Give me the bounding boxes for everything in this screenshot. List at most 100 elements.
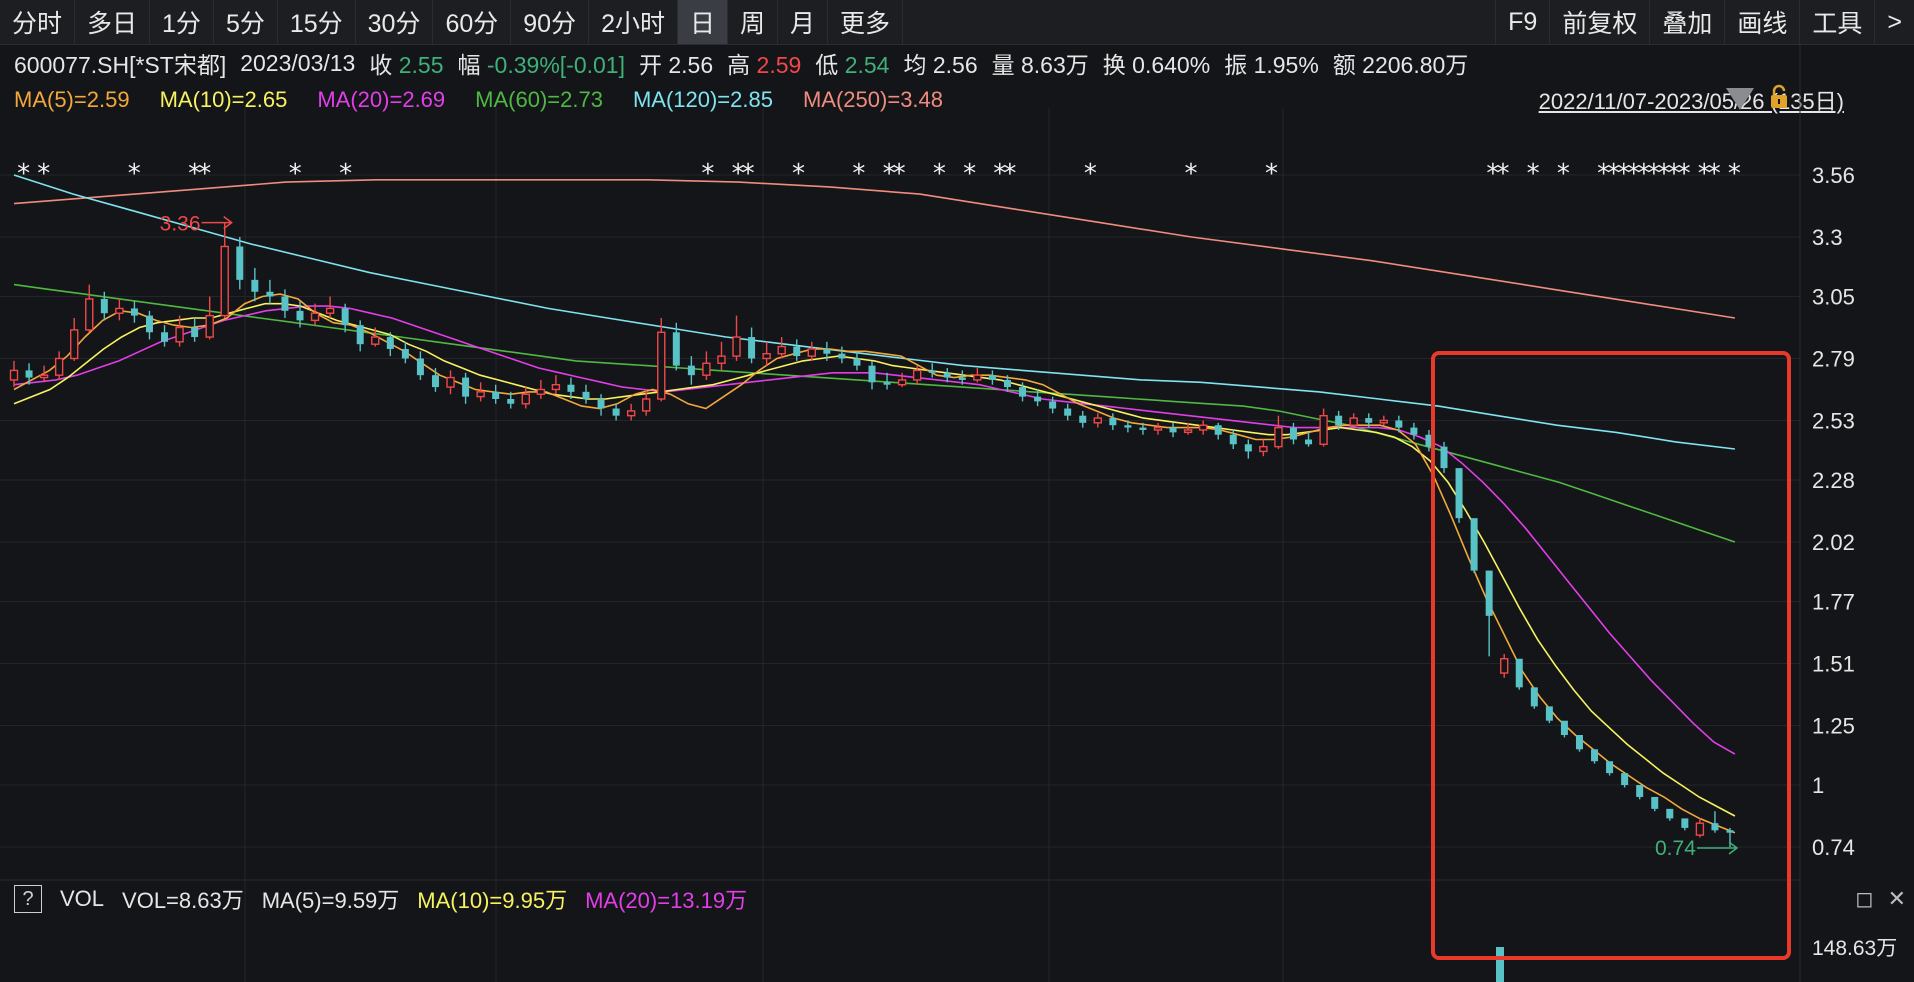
candlestick-chart[interactable]: 3.56 3.3 3.05 2.79 2.53 2.28 2.02 1.77 1.51 1.25 1…: [0, 0, 1914, 982]
candle-body: [551, 384, 561, 391]
candle-body: [416, 358, 424, 376]
candle-body: [371, 336, 380, 345]
y-tick-label: 2.02: [1812, 530, 1855, 555]
candle-body: [161, 332, 169, 342]
help-icon[interactable]: ?: [14, 885, 42, 913]
event-star-mark: *: [1678, 159, 1691, 189]
close-icon[interactable]: ✕: [1888, 886, 1906, 912]
vol-ma10: MA(10)=9.95万: [417, 888, 568, 913]
candle-body: [325, 307, 335, 314]
candle-body: [973, 374, 982, 381]
candle-body: [507, 399, 515, 404]
candle-body: [597, 399, 605, 409]
candle-body: [462, 377, 470, 397]
candle-body: [1214, 425, 1222, 435]
candle-body: [567, 384, 575, 392]
candle-body: [958, 377, 966, 380]
candle-body: [1003, 379, 1011, 388]
event-star-mark: *: [852, 159, 865, 189]
candle-body: [310, 312, 320, 322]
candle-body: [85, 298, 94, 331]
candle-body: [717, 355, 726, 364]
y-tick-label: 3.56: [1812, 163, 1855, 188]
candle-body: [1079, 415, 1087, 423]
ma-line-ma60: [13, 283, 1736, 543]
event-star-mark: *: [1557, 159, 1570, 189]
candle-body: [1274, 426, 1283, 448]
candle-body: [521, 393, 530, 405]
candle-body: [1545, 706, 1553, 721]
candle-body: [1019, 387, 1027, 397]
candle-body: [582, 391, 590, 399]
high-price-marker: 3.36: [160, 213, 201, 236]
panel-window-controls: ◻ ✕: [1855, 886, 1906, 912]
candle-body: [702, 362, 711, 376]
candle-body: [626, 410, 636, 417]
candle-body: [1560, 720, 1568, 735]
candle-body: [1335, 415, 1343, 426]
candle-body: [1139, 427, 1147, 430]
vol-ma20: MA(20)=13.19万: [585, 888, 748, 913]
candle-body: [912, 369, 922, 381]
candle-body: [1440, 446, 1448, 469]
candle-body: [1651, 796, 1659, 809]
candle-body: [356, 325, 364, 345]
low-marker-arrow: [1697, 841, 1739, 855]
candle-body: [1606, 761, 1614, 774]
y-tick-label: 0.74: [1812, 835, 1855, 860]
candle-body: [100, 298, 108, 314]
candle-body: [793, 346, 801, 357]
candle-body: [612, 408, 620, 416]
candle-body: [1259, 445, 1268, 453]
event-star-mark: *: [1084, 159, 1097, 189]
event-star-mark: *: [339, 159, 352, 189]
low-price-marker: 0.74: [1655, 837, 1696, 860]
candle-body: [1470, 518, 1478, 571]
candle-body: [1485, 570, 1493, 616]
volume-axis-label: 148.63万: [1812, 937, 1897, 960]
ma-line-ma120: [13, 174, 1735, 450]
event-star-mark: *: [128, 159, 141, 189]
candle-body: [1530, 687, 1538, 707]
candle-body: [897, 379, 907, 386]
candle-body: [446, 376, 455, 388]
candle-body: [1666, 808, 1674, 819]
candle-body: [1455, 468, 1463, 519]
volume-legend: ? VOL VOL=8.63万 MA(5)=9.59万 MA(10)=9.95万…: [14, 884, 747, 914]
candle-body: [657, 331, 666, 400]
candle-body: [296, 310, 304, 321]
event-star-mark: *: [1003, 159, 1016, 189]
candle-body: [25, 370, 33, 378]
candle-body: [1365, 418, 1373, 423]
candle-body: [988, 375, 996, 380]
volume-bar: [1496, 947, 1504, 982]
candle-body: [687, 365, 695, 376]
y-tick-label: 3.3: [1812, 225, 1843, 250]
restore-icon[interactable]: ◻: [1855, 886, 1873, 912]
candle-body: [236, 246, 244, 280]
candle-body: [130, 308, 138, 316]
candle-body: [1244, 444, 1252, 452]
candle-body: [281, 296, 289, 311]
candle-body: [1229, 434, 1237, 445]
candle-body: [386, 337, 394, 349]
candle-body: [341, 308, 349, 326]
candle-body: [492, 391, 500, 399]
candle-body: [1183, 429, 1193, 434]
vol-value: VOL=8.63万: [122, 888, 244, 913]
candle-body: [1681, 818, 1689, 828]
candle-body: [54, 357, 64, 376]
candle-body: [1305, 439, 1313, 445]
event-star-mark: *: [289, 159, 302, 189]
candle-body: [1575, 735, 1583, 750]
candle-body: [1591, 749, 1599, 762]
candle-body: [1198, 424, 1208, 431]
candle-body: [1034, 396, 1042, 402]
candle-body: [807, 348, 816, 357]
y-tick-label: 1: [1812, 773, 1824, 798]
vol-title: VOL: [60, 886, 105, 911]
candle-body: [1349, 417, 1358, 426]
candle-body: [1711, 823, 1719, 831]
candle-body: [1064, 408, 1072, 416]
event-star-mark: *: [963, 159, 976, 189]
